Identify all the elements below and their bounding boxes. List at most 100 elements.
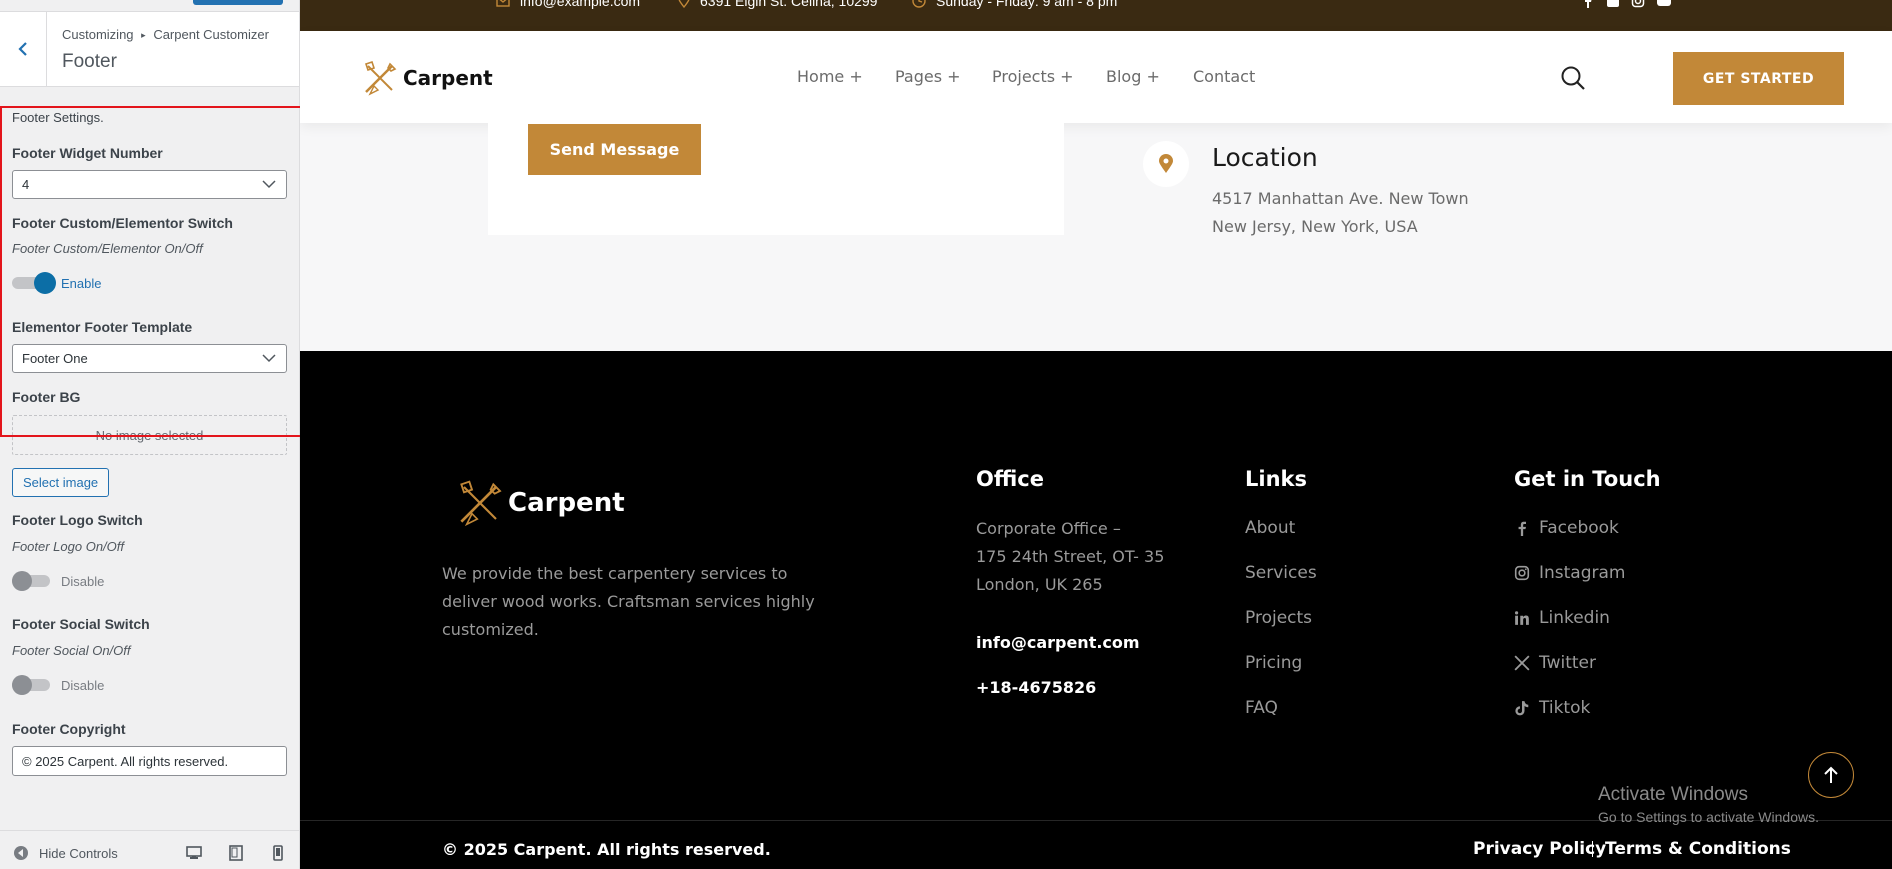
breadcrumb-root: Customizing (62, 27, 134, 42)
location-address-line1: 4517 Manhattan Ave. New Town (1212, 189, 1469, 208)
nav-projects[interactable]: Projects + (992, 67, 1074, 86)
breadcrumb-parent: Carpent Customizer (153, 27, 269, 42)
breadcrumb: Customizing ▸ Carpent Customizer (62, 27, 269, 42)
footer-link-faq[interactable]: FAQ (1245, 698, 1278, 718)
logo-switch-state: Disable (61, 574, 105, 589)
footer-instagram-label: Instagram (1539, 563, 1626, 583)
footer-logo-text: Carpent (508, 488, 625, 518)
copyright-label: Footer Copyright (12, 721, 126, 737)
carpentry-tools-icon (460, 480, 502, 527)
footer-link-services[interactable]: Services (1245, 563, 1317, 583)
footer-linkedin[interactable]: Linkedin (1514, 608, 1610, 628)
hide-controls-button[interactable]: Hide Controls (13, 845, 118, 861)
site-logo[interactable]: Carpent (362, 60, 493, 96)
social-switch-toggle[interactable] (12, 673, 56, 697)
location-icon-badge (1143, 141, 1189, 187)
logo-switch-sublabel: Footer Logo On/Off (12, 539, 125, 554)
location-title: Location (1212, 143, 1318, 172)
site-preview: info@example.com 6391 Elgin St. Celina, … (300, 0, 1892, 869)
activate-windows-subtitle: Go to Settings to activate Windows. (1598, 809, 1819, 825)
topbar-hours: Sunday - Friday: 9 am - 8 pm (912, 0, 1117, 9)
social-switch-state: Disable (61, 678, 105, 693)
logo-switch-toggle[interactable] (12, 569, 56, 593)
section-title: Footer (62, 51, 117, 72)
search-icon[interactable] (1560, 65, 1586, 91)
footer-tiktok-label: Tiktok (1539, 698, 1591, 718)
social-switch-label: Footer Social Switch (12, 616, 150, 632)
terms-link[interactable]: Terms & Conditions (1605, 839, 1791, 859)
footer-copyright: © 2025 Carpent. All rights reserved. (442, 840, 771, 859)
hide-controls-label: Hide Controls (39, 845, 118, 861)
tablet-icon[interactable] (228, 845, 244, 861)
nav-pages[interactable]: Pages + (895, 67, 961, 86)
mobile-icon[interactable] (270, 845, 286, 861)
publish-button[interactable] (193, 0, 283, 5)
privacy-policy-link[interactable]: Privacy Policy (1473, 839, 1606, 859)
tiktok-icon (1515, 701, 1529, 716)
chevron-left-icon (18, 42, 27, 56)
office-line1: Corporate Office – (976, 519, 1121, 538)
toggle-knob (12, 571, 32, 591)
topbar-email[interactable]: info@example.com (496, 0, 640, 9)
office-line2: 175 24th Street, OT- 35 (976, 547, 1165, 566)
footer-linkedin-label: Linkedin (1539, 608, 1610, 628)
footer-logo[interactable]: Carpent (456, 479, 625, 527)
footer-about-text: We provide the best carpentery services … (442, 564, 815, 639)
select-image-button[interactable]: Select image (12, 468, 110, 497)
footer-link-pricing[interactable]: Pricing (1245, 653, 1302, 673)
nav-home[interactable]: Home + (797, 67, 863, 86)
location-address-line2: New Jersy, New York, USA (1212, 217, 1418, 236)
nav-contact[interactable]: Contact (1193, 67, 1255, 86)
linkedin-icon (1514, 611, 1529, 625)
contact-form-card: Send Message (488, 123, 1064, 235)
facebook-icon (1518, 521, 1526, 536)
sidebar-footer: Hide Controls (0, 830, 299, 869)
office-phone[interactable]: +18-4675826 (976, 678, 1096, 697)
office-heading: Office (976, 467, 1044, 491)
activate-windows-title: Activate Windows (1598, 784, 1748, 805)
logo-switch-label: Footer Logo Switch (12, 512, 143, 528)
topbar-address-text: 6391 Elgin St. Celina, 10299 (700, 0, 878, 9)
topbar-hours-text: Sunday - Friday: 9 am - 8 pm (936, 0, 1118, 9)
links-heading: Links (1245, 467, 1307, 491)
desktop-icon[interactable] (186, 845, 202, 861)
facebook-icon[interactable] (1581, 0, 1595, 8)
office-email[interactable]: info@carpent.com (976, 633, 1140, 652)
top-bar: info@example.com 6391 Elgin St. Celina, … (300, 0, 1892, 31)
linkedin-icon[interactable] (1606, 0, 1620, 8)
clock-icon (912, 0, 926, 8)
scroll-to-top-button[interactable] (1808, 752, 1854, 798)
footer-facebook[interactable]: Facebook (1514, 518, 1619, 538)
get-started-button[interactable]: GET STARTED (1673, 52, 1844, 105)
arrow-up-icon (1824, 766, 1838, 783)
social-switch-sublabel: Footer Social On/Off (12, 643, 131, 658)
nav-blog[interactable]: Blog + (1106, 67, 1160, 86)
footer-link-projects[interactable]: Projects (1245, 608, 1312, 628)
instagram-icon[interactable] (1631, 0, 1645, 8)
copyright-input[interactable] (12, 746, 287, 776)
section-header: Customizing ▸ Carpent Customizer Footer (0, 11, 299, 87)
carpentry-tools-icon (364, 60, 397, 96)
footer-tiktok[interactable]: Tiktok (1514, 698, 1590, 718)
envelope-icon (496, 0, 510, 7)
footer-twitter-label: Twitter (1539, 653, 1596, 673)
logo-text: Carpent (403, 66, 493, 90)
touch-heading: Get in Touch (1514, 467, 1661, 491)
youtube-icon[interactable] (1657, 0, 1671, 8)
send-message-button[interactable]: Send Message (528, 124, 701, 175)
main-navbar: Carpent Home + Pages + Projects + Blog +… (300, 31, 1892, 123)
footer-link-about[interactable]: About (1245, 518, 1295, 538)
x-twitter-icon (1514, 655, 1530, 671)
footer-instagram[interactable]: Instagram (1514, 563, 1626, 583)
topbar-address: 6391 Elgin St. Celina, 10299 (678, 0, 877, 9)
footer-facebook-label: Facebook (1539, 518, 1619, 538)
map-pin-icon (1159, 154, 1173, 173)
collapse-arrow-icon (14, 846, 28, 860)
highlight-box (0, 106, 316, 437)
footer-twitter[interactable]: Twitter (1514, 653, 1596, 673)
breadcrumb-separator: ▸ (141, 30, 146, 40)
footer-link-separator (1592, 841, 1593, 857)
map-pin-icon (678, 0, 690, 8)
toggle-knob (12, 675, 32, 695)
back-button[interactable] (0, 12, 47, 86)
